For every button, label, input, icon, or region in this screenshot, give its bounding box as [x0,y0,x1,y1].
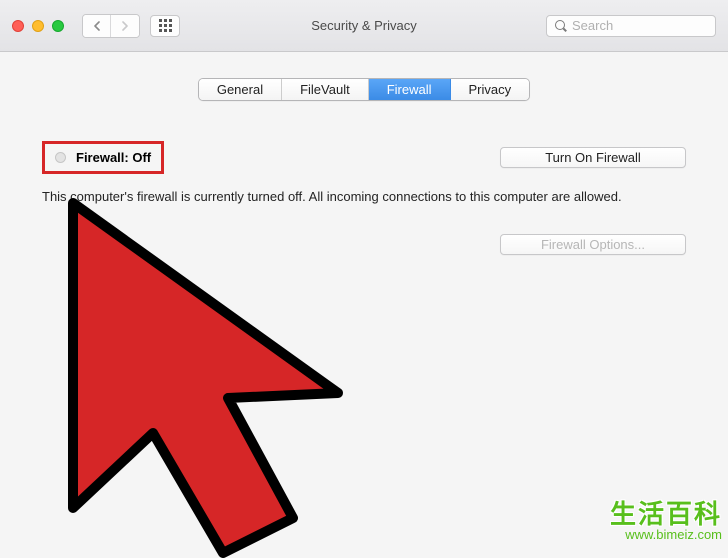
turn-on-firewall-button[interactable]: Turn On Firewall [500,147,686,168]
titlebar: Security & Privacy Search [0,0,728,52]
chevron-left-icon [93,21,101,31]
close-window-button[interactable] [12,20,24,32]
show-all-button[interactable] [150,15,180,37]
minimize-window-button[interactable] [32,20,44,32]
firewall-status-label: Firewall: Off [76,150,151,165]
watermark-text: 生活百科 [610,494,722,531]
watermark: 生活百科 www.bimeiz.com [610,494,722,542]
content-area: General FileVault Firewall Privacy Firew… [0,52,728,546]
firewall-description: This computer's firewall is currently tu… [42,188,686,206]
nav-buttons [82,14,140,38]
chevron-right-icon [121,21,129,31]
status-indicator-icon [55,152,66,163]
tab-filevault[interactable]: FileVault [282,79,369,100]
watermark-url: www.bimeiz.com [610,527,722,542]
search-placeholder: Search [572,18,613,33]
zoom-window-button[interactable] [52,20,64,32]
tab-privacy[interactable]: Privacy [451,79,530,100]
tab-firewall[interactable]: Firewall [369,79,451,100]
back-button[interactable] [83,15,111,37]
forward-button[interactable] [111,15,139,37]
tab-general[interactable]: General [199,79,282,100]
grid-icon [159,19,172,32]
firewall-panel: Firewall: Off Turn On Firewall This comp… [42,141,686,255]
firewall-status-highlight: Firewall: Off [42,141,164,174]
status-row: Firewall: Off Turn On Firewall [42,141,686,174]
tab-bar: General FileVault Firewall Privacy [198,78,530,101]
window-controls [12,20,64,32]
window-title: Security & Privacy [311,18,416,33]
search-icon [555,20,567,32]
search-input[interactable]: Search [546,15,716,37]
options-row: Firewall Options... [42,234,686,255]
firewall-options-button: Firewall Options... [500,234,686,255]
